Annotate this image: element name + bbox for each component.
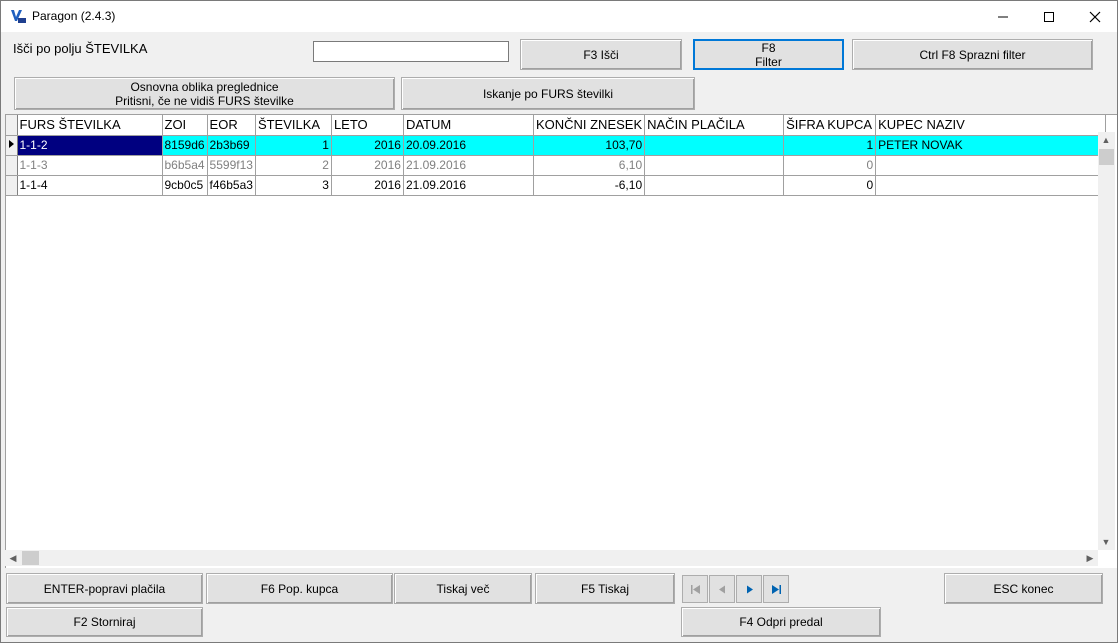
cell-datum[interactable]: 21.09.2016 <box>403 155 534 176</box>
col-datum[interactable]: DATUM <box>403 115 534 136</box>
cell-zoi[interactable]: 9cb0c5 <box>162 175 208 196</box>
cell-eor[interactable]: 5599f13 <box>207 155 256 176</box>
f4-open-drawer-button[interactable]: F4 Odpri predal <box>681 607 881 637</box>
search-label: Išči po polju ŠTEVILKA <box>13 41 148 56</box>
current-row-arrow-icon <box>9 139 14 148</box>
f6-customer-button[interactable]: F6 Pop. kupca <box>206 573 393 604</box>
cell-datum[interactable]: 20.09.2016 <box>403 135 534 156</box>
nav-next-button[interactable] <box>736 575 762 603</box>
cell-datum[interactable]: 21.09.2016 <box>403 175 534 196</box>
ctrl-f8-clear-filter-button[interactable]: Ctrl F8 Sprazni filter <box>852 39 1093 70</box>
cell-furs[interactable]: 1-1-3 <box>17 155 163 176</box>
cell-furs[interactable]: 1-1-2 <box>17 135 163 156</box>
grid-header-row: FURS ŠTEVILKA ZOI EOR ŠTEVILKA LETO DATU… <box>6 115 1107 136</box>
col-nacin-placila[interactable]: NAČIN PLAČILA <box>644 115 785 136</box>
row-indicator <box>6 175 18 196</box>
row-indicator <box>6 135 18 156</box>
app-window: Paragon (2.4.3) Išči po polju ŠTEVILKA F… <box>0 0 1118 643</box>
f2-cancel-button[interactable]: F2 Storniraj <box>6 607 203 637</box>
grid-table: FURS ŠTEVILKA ZOI EOR ŠTEVILKA LETO DATU… <box>6 115 1107 196</box>
col-kupec-naziv[interactable]: KUPEC NAZIV <box>875 115 1107 136</box>
title-bar[interactable]: Paragon (2.4.3) <box>1 1 1117 32</box>
col-koncni-znesek[interactable]: KONČNI ZNESEK <box>533 115 646 136</box>
nav-first-button[interactable] <box>682 575 708 603</box>
scroll-down-arrow-icon[interactable]: ▼ <box>1098 534 1114 550</box>
search-input[interactable] <box>313 41 509 62</box>
cell-stevilka[interactable]: 3 <box>255 175 332 196</box>
scroll-left-arrow-icon[interactable]: ◀ <box>5 550 21 566</box>
table-row[interactable]: 1-1-3 b6b5a4 5599f13 2 2016 21.09.2016 6… <box>6 155 1107 176</box>
col-eor[interactable]: EOR <box>207 115 256 136</box>
vertical-scroll-thumb[interactable] <box>1099 149 1114 165</box>
first-record-icon <box>690 584 700 594</box>
maximize-icon <box>1044 11 1054 22</box>
row-indicator <box>6 155 18 176</box>
close-button[interactable] <box>1072 1 1117 32</box>
data-grid[interactable]: FURS ŠTEVILKA ZOI EOR ŠTEVILKA LETO DATU… <box>5 114 1117 568</box>
horizontal-scrollbar[interactable]: ◀ ▶ <box>5 550 1098 566</box>
col-sifra-kupca[interactable]: ŠIFRA KUPCA <box>783 115 877 136</box>
cell-sifra[interactable]: 1 <box>783 135 877 156</box>
cell-eor[interactable]: f46b5a3 <box>207 175 256 196</box>
f5-print-button[interactable]: F5 Tiskaj <box>535 573 675 604</box>
cell-kupec[interactable] <box>875 175 1107 196</box>
basic-view-line1: Osnovna oblika preglednice <box>130 79 279 94</box>
cell-leto[interactable]: 2016 <box>331 175 404 196</box>
f3-search-button[interactable]: F3 Išči <box>520 39 682 70</box>
col-furs-stevilka[interactable]: FURS ŠTEVILKA <box>17 115 163 136</box>
col-stevilka[interactable]: ŠTEVILKA <box>255 115 332 136</box>
minimize-icon <box>998 16 1008 17</box>
f8-filter-button[interactable]: F8 Filter <box>693 39 844 70</box>
close-icon <box>1089 11 1101 22</box>
table-row[interactable]: 1-1-2 8159d6 2b3b69 1 2016 20.09.2016 10… <box>6 135 1107 156</box>
window-title: Paragon (2.4.3) <box>32 9 116 23</box>
cell-znesek[interactable]: 103,70 <box>533 135 646 156</box>
cell-zoi[interactable]: b6b5a4 <box>162 155 208 176</box>
basic-view-button[interactable]: Osnovna oblika preglednice Pritisni, če … <box>14 77 395 110</box>
f8-filter-label: F8 Filter <box>694 40 843 69</box>
scroll-right-arrow-icon[interactable]: ▶ <box>1082 550 1098 566</box>
furs-search-button[interactable]: Iskanje po FURS številki <box>401 77 695 110</box>
cell-stevilka[interactable]: 1 <box>255 135 332 156</box>
maximize-button[interactable] <box>1026 1 1072 32</box>
cell-leto[interactable]: 2016 <box>331 155 404 176</box>
cell-kupec[interactable]: PETER NOVAK <box>875 135 1107 156</box>
enter-fix-payment-button[interactable]: ENTER-popravi plačila <box>6 573 203 604</box>
print-more-button[interactable]: Tiskaj več <box>394 573 532 604</box>
cell-znesek[interactable]: -6,10 <box>533 175 646 196</box>
nav-last-button[interactable] <box>763 575 789 603</box>
header-indicator <box>6 115 18 136</box>
cell-eor[interactable]: 2b3b69 <box>207 135 256 156</box>
basic-view-line2: Pritisni, če ne vidiš FURS številke <box>115 93 294 108</box>
cell-leto[interactable]: 2016 <box>331 135 404 156</box>
col-zoi[interactable]: ZOI <box>162 115 208 136</box>
col-leto[interactable]: LETO <box>331 115 404 136</box>
table-row[interactable]: 1-1-4 9cb0c5 f46b5a3 3 2016 21.09.2016 -… <box>6 175 1107 196</box>
nav-prev-button[interactable] <box>709 575 735 603</box>
cell-sifra[interactable]: 0 <box>783 155 877 176</box>
last-record-icon <box>771 584 781 594</box>
vertical-scrollbar[interactable]: ▲ ▼ <box>1098 132 1115 550</box>
cell-zoi[interactable]: 8159d6 <box>162 135 208 156</box>
cell-furs[interactable]: 1-1-4 <box>17 175 163 196</box>
cell-nacin[interactable] <box>644 155 785 176</box>
cell-nacin[interactable] <box>644 175 785 196</box>
cell-kupec[interactable] <box>875 155 1107 176</box>
previous-record-icon <box>718 585 725 593</box>
cell-nacin[interactable] <box>644 135 785 156</box>
app-logo-icon <box>10 8 26 24</box>
minimize-button[interactable] <box>980 1 1026 32</box>
esc-end-button[interactable]: ESC konec <box>944 573 1103 604</box>
next-record-icon <box>746 585 753 593</box>
horizontal-scroll-thumb[interactable] <box>22 551 39 565</box>
cell-stevilka[interactable]: 2 <box>255 155 332 176</box>
cell-sifra[interactable]: 0 <box>783 175 877 196</box>
cell-znesek[interactable]: 6,10 <box>533 155 646 176</box>
scroll-up-arrow-icon[interactable]: ▲ <box>1098 132 1114 148</box>
